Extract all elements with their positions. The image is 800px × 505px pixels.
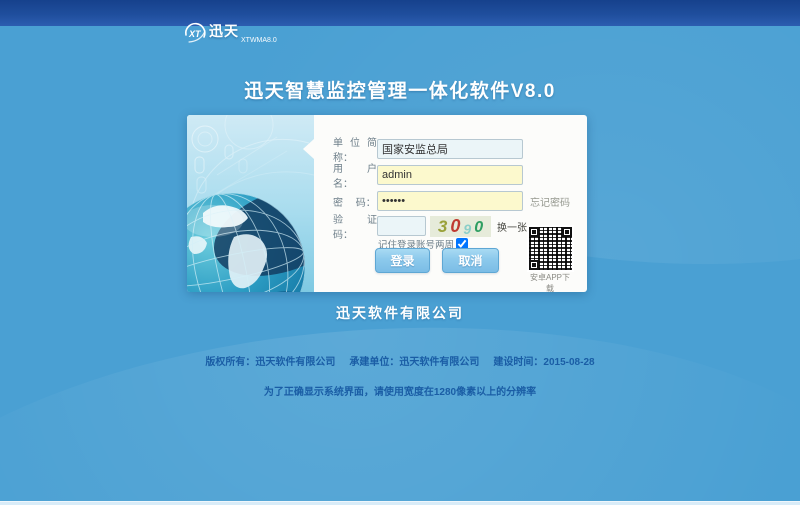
forgot-password-link[interactable]: 忘记密码	[530, 194, 570, 209]
top-band	[0, 0, 800, 26]
resolution-note: 为了正确显示系统界面，请使用宽度在1280像素以上的分辨率	[0, 383, 800, 398]
build-time-text: 建设时间：2015-08-28	[493, 357, 594, 368]
buttons-row: 登录 取消	[375, 248, 499, 273]
page-title: 迅天智慧监控管理一体化软件V8.0	[0, 76, 800, 103]
bottom-strip	[0, 501, 800, 505]
login-page: XT 迅天 XTWMA8.0 迅天智慧监控管理一体化软件V8.0	[0, 0, 800, 505]
logo: XT 迅天 XTWMA8.0	[183, 21, 277, 45]
captcha-row: 验 证 码： 3 0 9 0 换一张	[314, 216, 527, 236]
qr-code	[529, 227, 572, 270]
arrow-left-decoration	[303, 139, 314, 159]
change-captcha-link[interactable]: 换一张	[497, 219, 527, 234]
logo-version: XTWMA8.0	[241, 37, 277, 44]
login-form: 单位简称： 用 户 名： 密 码： 忘记密码 验 证 码： 3 0 9 0	[314, 115, 587, 292]
username-label: 用 户 名：	[333, 160, 377, 190]
app-download-label: 安卓APP下载	[527, 272, 573, 294]
captcha-digit: 3	[438, 218, 447, 235]
globe-image	[187, 115, 314, 292]
qr-finder	[562, 227, 572, 237]
builder-text: 承建单位：迅天软件有限公司	[349, 357, 479, 368]
captcha-digit: 0	[474, 220, 483, 236]
qr-finder	[529, 260, 539, 270]
captcha-input[interactable]	[377, 216, 426, 236]
logo-swoosh-icon: XT	[183, 21, 207, 45]
password-row: 密 码： 忘记密码	[314, 191, 570, 211]
captcha-digit: 9	[463, 222, 471, 236]
background-wave	[0, 292, 800, 505]
username-input[interactable]	[377, 165, 523, 185]
company-name: 迅天软件有限公司	[0, 303, 800, 323]
captcha-label: 验 证 码：	[333, 211, 377, 241]
cancel-button[interactable]: 取消	[442, 248, 499, 273]
app-download: 安卓APP下载	[527, 227, 573, 294]
password-label: 密 码：	[333, 194, 377, 209]
logo-brand: 迅天	[209, 21, 239, 41]
copyright-text: 版权所有：迅天软件有限公司	[205, 357, 335, 368]
login-button[interactable]: 登录	[375, 248, 430, 273]
username-row: 用 户 名：	[314, 165, 523, 185]
unit-input[interactable]	[377, 139, 523, 159]
captcha-image: 3 0 9 0	[430, 216, 491, 237]
unit-row: 单位简称：	[314, 139, 523, 159]
svg-text:XT: XT	[188, 29, 202, 39]
qr-finder	[529, 227, 539, 237]
login-panel: 单位简称： 用 户 名： 密 码： 忘记密码 验 证 码： 3 0 9 0	[187, 115, 587, 292]
password-input[interactable]	[377, 191, 523, 211]
captcha-digit: 0	[450, 217, 460, 235]
copyright-line: 版权所有：迅天软件有限公司 承建单位：迅天软件有限公司 建设时间：2015-08-2…	[0, 353, 800, 368]
